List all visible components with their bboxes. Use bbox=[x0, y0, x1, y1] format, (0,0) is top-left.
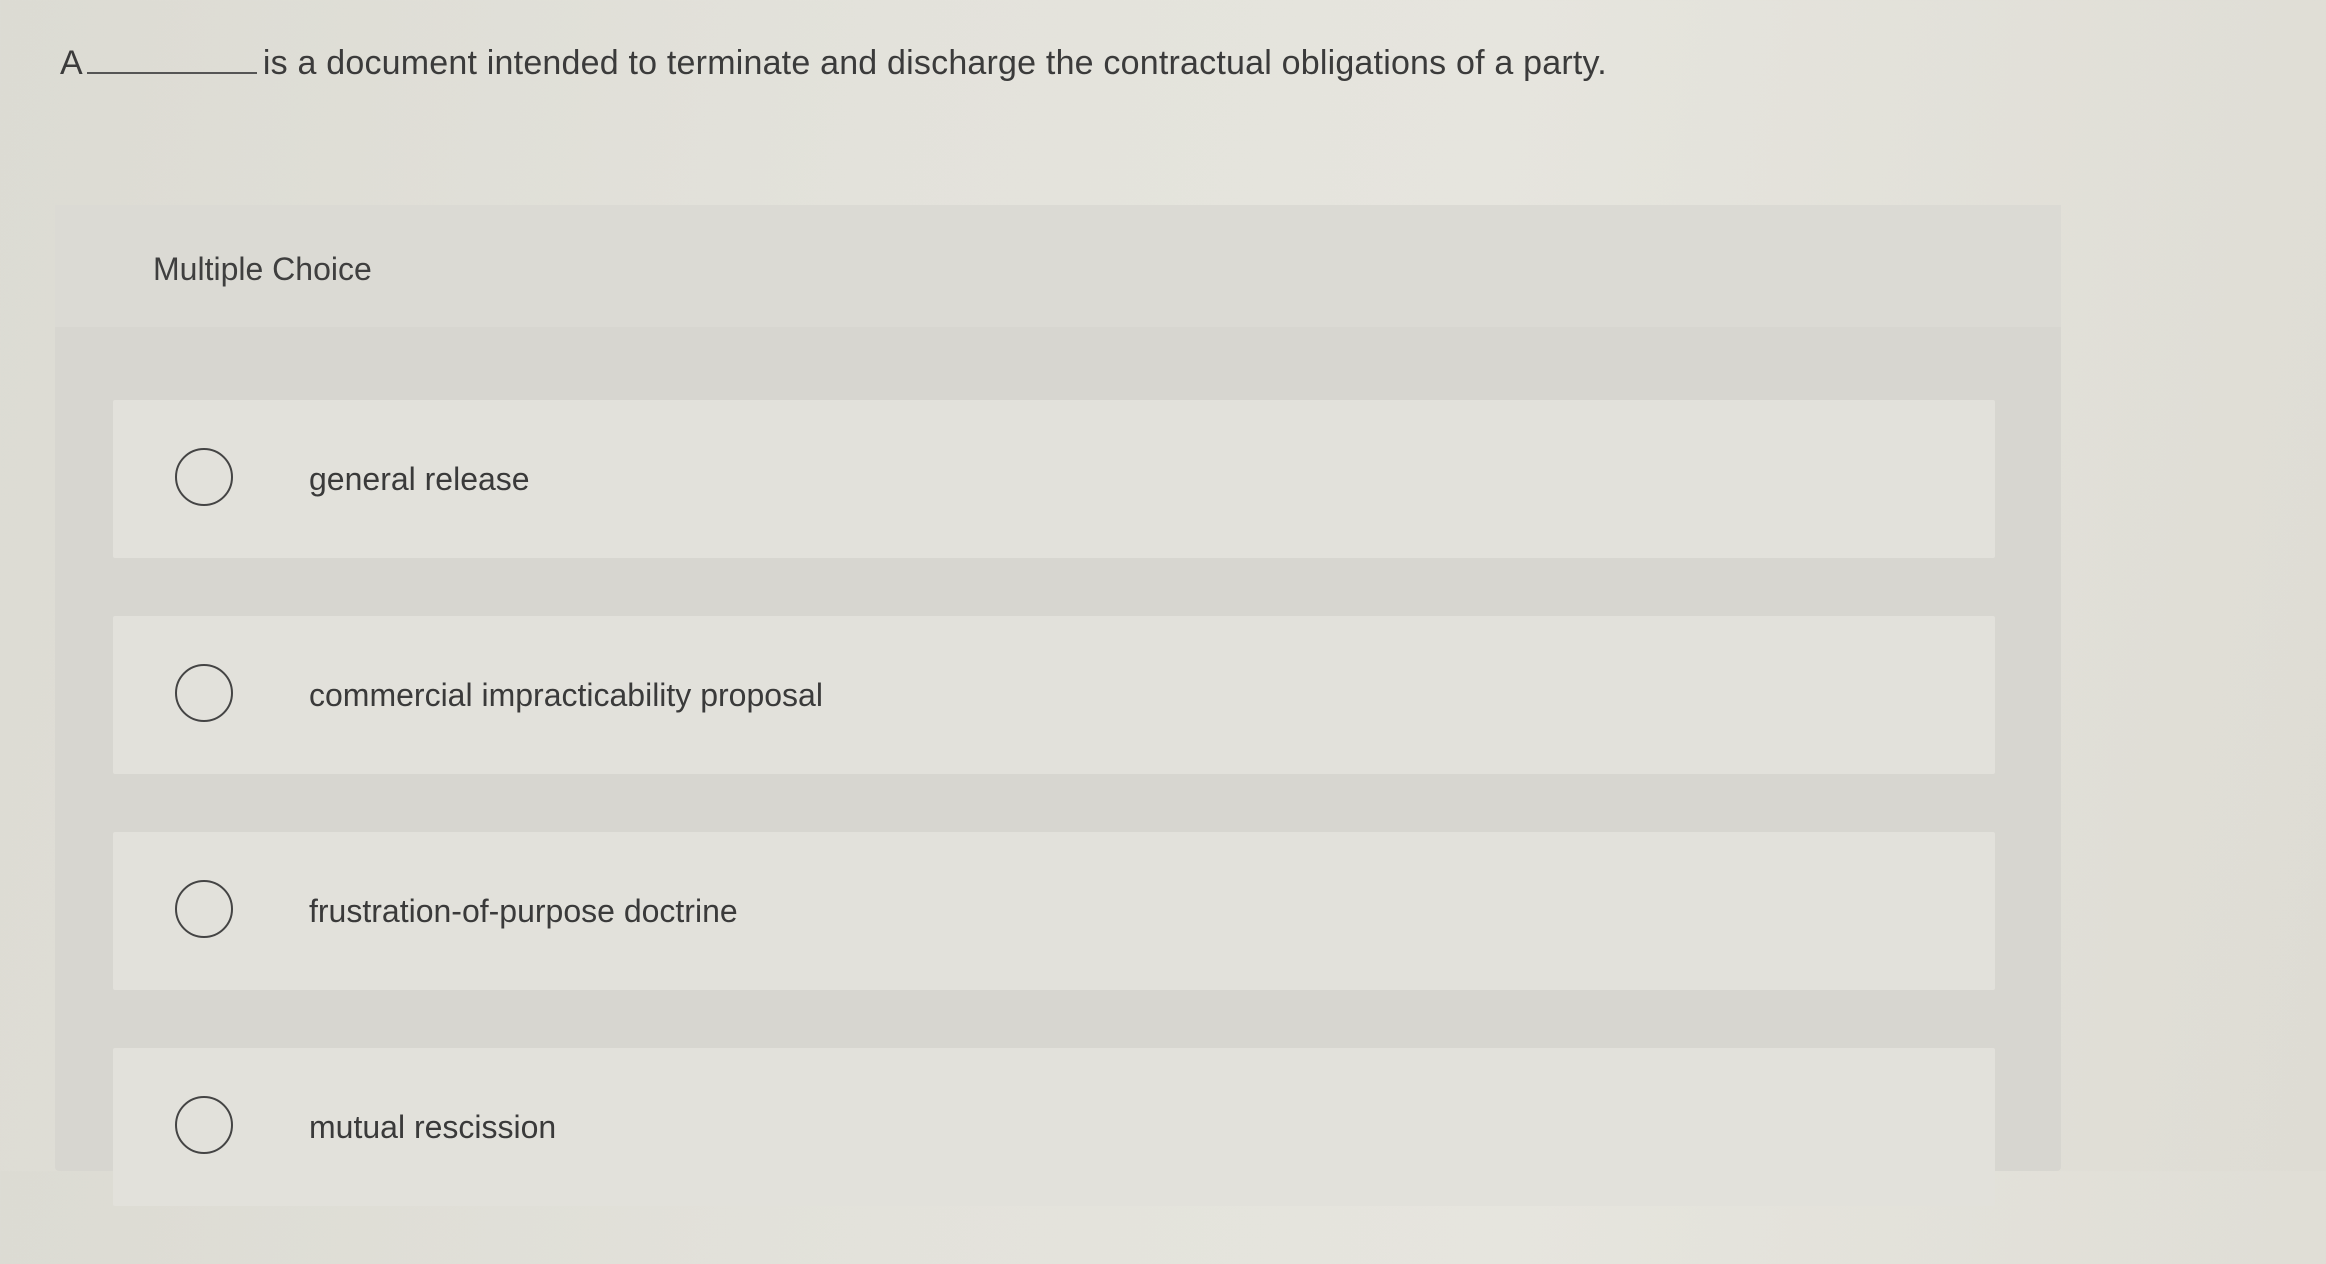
radio-button[interactable] bbox=[175, 880, 233, 938]
answer-blank bbox=[86, 46, 257, 74]
question-body: is a document intended to terminate and … bbox=[262, 44, 1607, 82]
choice-option[interactable]: commercial impracticability proposal bbox=[113, 616, 1995, 774]
choice-option[interactable]: mutual rescission bbox=[113, 1048, 1995, 1206]
question-text: Ais a document intended to terminate and… bbox=[60, 38, 1607, 88]
choice-list: general release commercial impracticabil… bbox=[113, 400, 1995, 1264]
radio-button[interactable] bbox=[175, 448, 233, 506]
multiple-choice-panel: Multiple Choice general release commerci… bbox=[55, 205, 2061, 1206]
choice-option[interactable]: general release bbox=[113, 400, 1995, 558]
multiple-choice-title: Multiple Choice bbox=[153, 251, 372, 287]
choice-label: general release bbox=[309, 461, 530, 497]
radio-button[interactable] bbox=[175, 1096, 233, 1154]
radio-button[interactable] bbox=[175, 664, 233, 722]
choice-label: frustration-of-purpose doctrine bbox=[309, 893, 738, 929]
question-prefix: A bbox=[60, 44, 83, 82]
choice-label: commercial impracticability proposal bbox=[309, 677, 823, 713]
panel-header: Multiple Choice bbox=[55, 205, 2061, 327]
choice-label: mutual rescission bbox=[309, 1109, 557, 1145]
choice-option[interactable]: frustration-of-purpose doctrine bbox=[113, 832, 1995, 990]
